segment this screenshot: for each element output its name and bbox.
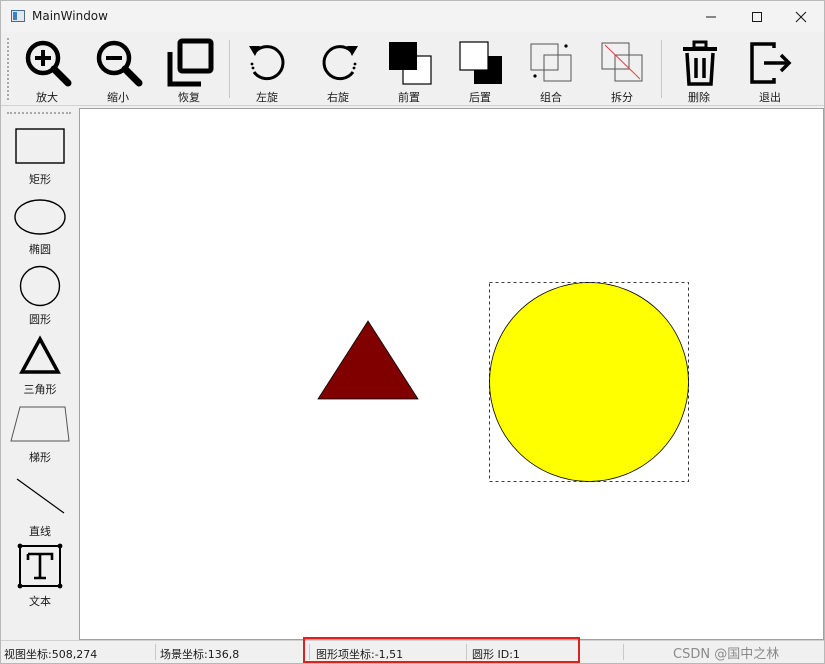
scene-coordinate: 场景坐标:136,8	[160, 648, 240, 661]
text-tool-button[interactable]: 文本	[5, 543, 75, 608]
circle-tool-button[interactable]: 圆形	[5, 265, 75, 327]
triangle-tool-button[interactable]: 三角形	[5, 335, 75, 397]
rectangle-label: 矩形	[29, 173, 51, 186]
send-to-back-icon	[459, 41, 502, 84]
toolbar-separator	[229, 40, 230, 98]
scene-svg	[317, 282, 689, 482]
zoom-out-label: 缩小	[107, 91, 129, 104]
trash-icon	[683, 40, 717, 86]
view-coordinate: 视图坐标:508,274	[4, 648, 98, 661]
restore-label: 恢复	[178, 91, 200, 104]
rotate-left-label: 左旋	[256, 91, 278, 104]
ellipse-label: 椭圆	[29, 243, 51, 256]
ungroup-button[interactable]: 拆分	[590, 36, 654, 104]
zoom-out-button[interactable]: 缩小	[86, 36, 150, 104]
exit-icon	[750, 42, 792, 84]
zoom-out-icon	[96, 40, 143, 87]
close-icon	[795, 11, 807, 22]
minimize-button[interactable]	[688, 1, 734, 32]
trapezoid-tool-button[interactable]: 梯形	[5, 403, 75, 465]
ungroup-icon	[601, 42, 643, 82]
restore-icon	[167, 38, 214, 87]
status-divider	[155, 644, 156, 660]
exit-button[interactable]: 退出	[738, 36, 802, 104]
text-label: 文本	[29, 595, 51, 608]
ellipse-tool-button[interactable]: 椭圆	[5, 195, 75, 257]
zoom-in-button[interactable]: 放大	[15, 36, 79, 104]
ungroup-label: 拆分	[611, 91, 633, 104]
exit-label: 退出	[759, 91, 781, 104]
circle-icon	[19, 265, 61, 307]
group-button[interactable]: 组合	[519, 36, 583, 104]
send-back-button[interactable]: 后置	[448, 36, 512, 104]
triangle-label: 三角形	[23, 383, 57, 396]
restore-button[interactable]: 恢复	[157, 36, 221, 104]
maximize-icon	[752, 11, 762, 22]
line-label: 直线	[29, 525, 51, 538]
zoom-in-label: 放大	[36, 91, 58, 104]
graphics-view[interactable]	[79, 108, 824, 640]
main-toolbar: 放大 缩小 恢复 左旋 右旋 前置 后置 组合 拆分 删除 退出	[1, 32, 824, 106]
rotate-left-button[interactable]: 左旋	[235, 36, 299, 104]
status-bar: 视图坐标:508,274 场景坐标:136,8 图形项坐标:-1,51 圆形 I…	[1, 637, 824, 663]
maximize-button[interactable]	[734, 1, 780, 32]
ellipse-icon	[14, 199, 66, 235]
sidebar-grip[interactable]	[7, 112, 71, 115]
line-tool-button[interactable]: 直线	[5, 475, 75, 539]
rotate-right-icon	[322, 45, 358, 81]
highlight-annotation	[303, 637, 580, 663]
close-button[interactable]	[778, 1, 824, 32]
title-bar: MainWindow	[1, 1, 824, 32]
toolbar-grip[interactable]	[7, 38, 10, 100]
group-label: 组合	[540, 91, 562, 104]
minimize-icon	[706, 16, 716, 17]
rotate-left-icon	[249, 45, 285, 81]
send-back-label: 后置	[469, 91, 491, 104]
text-icon	[17, 543, 63, 589]
triangle-icon	[19, 335, 61, 374]
shape-toolbar: 矩形 椭圆 圆形 三角形 梯形 直线 文本	[1, 107, 78, 639]
line-icon	[16, 478, 65, 514]
rectangle-icon	[15, 128, 65, 164]
group-icon	[530, 43, 572, 82]
rectangle-tool-button[interactable]: 矩形	[5, 125, 75, 187]
trapezoid-icon	[10, 406, 70, 442]
toolbar-separator	[661, 40, 662, 98]
zoom-in-icon	[25, 40, 72, 87]
app-icon	[11, 10, 25, 22]
window-title: MainWindow	[32, 9, 108, 23]
circle-shape[interactable]	[489, 282, 689, 482]
triangle-shape[interactable]	[317, 320, 419, 400]
main-window: MainWindow 放大 缩小 恢复 左旋 右旋 前置 后置 组合 拆分 删除…	[0, 0, 825, 664]
rotate-right-label: 右旋	[327, 91, 349, 104]
rotate-right-button[interactable]: 右旋	[306, 36, 370, 104]
bring-to-front-icon	[389, 42, 432, 85]
bring-front-label: 前置	[398, 91, 420, 104]
trapezoid-label: 梯形	[29, 451, 51, 464]
circle-label: 圆形	[29, 313, 51, 326]
delete-button[interactable]: 删除	[667, 36, 731, 104]
bring-front-button[interactable]: 前置	[377, 36, 441, 104]
status-divider	[623, 644, 624, 660]
delete-label: 删除	[688, 91, 710, 104]
watermark: CSDN @国中之林	[673, 647, 780, 662]
